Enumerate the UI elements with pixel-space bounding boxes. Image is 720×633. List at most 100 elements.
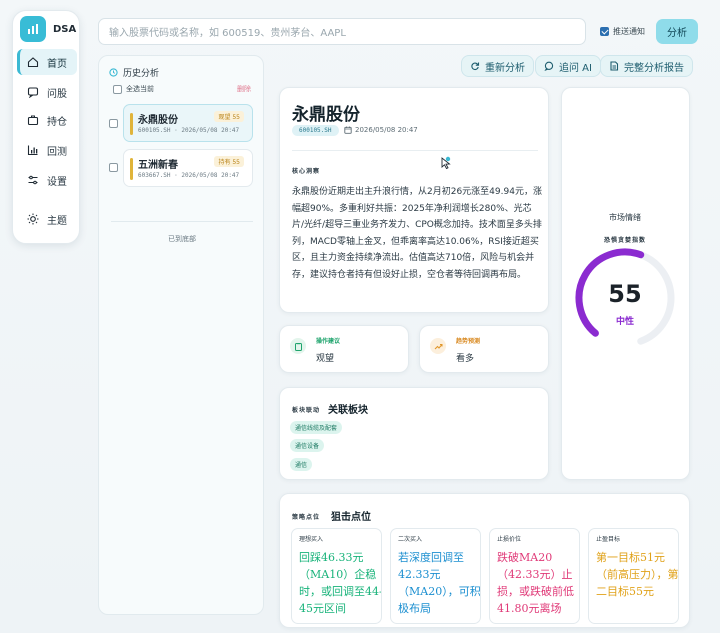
nav-item-home[interactable]: 首页 bbox=[17, 49, 77, 75]
select-all[interactable]: 全选当前 bbox=[113, 84, 154, 94]
sector-tag[interactable]: 通信设备 bbox=[290, 439, 325, 452]
point-card: 理想买入 回踩46.33元（MA10）企稳时，或回调至44-45元区间 bbox=[291, 528, 382, 624]
point-card: 止损价位 跌破MA20（42.33元）止损，或跌破前低41.80元离场 bbox=[489, 528, 580, 624]
stock-code-badge: 600105.SH bbox=[292, 125, 339, 136]
sector-tag[interactable]: 通信 bbox=[290, 458, 313, 471]
nav-label: 回测 bbox=[47, 146, 67, 158]
trend-value: 看多 bbox=[456, 354, 475, 364]
point-label: 止盈目标 bbox=[596, 536, 621, 543]
point-label: 止损价位 bbox=[497, 536, 522, 543]
select-all-label: 全选当前 bbox=[126, 85, 154, 93]
trending-up-icon bbox=[430, 338, 446, 354]
history-item-name: 永鼎股份 bbox=[138, 115, 178, 126]
sniper-sub: 策略点位 bbox=[292, 514, 321, 521]
sentiment-label: 中性 bbox=[615, 317, 634, 327]
full-report-label: 完整分析报告 bbox=[624, 62, 684, 74]
nav-label: 持仓 bbox=[47, 116, 67, 128]
history-item-marker bbox=[130, 158, 133, 180]
briefcase-icon bbox=[27, 114, 39, 126]
history-item-meta: 603667.SH · 2026/05/08 20:47 bbox=[138, 172, 240, 179]
point-label: 二次买入 bbox=[398, 536, 423, 543]
history-item-checkbox[interactable] bbox=[109, 119, 118, 128]
history-item-tag: 持有 55 bbox=[214, 156, 244, 167]
nav-item-theme[interactable]: 主题 bbox=[17, 206, 77, 232]
brand[interactable]: DSA bbox=[20, 16, 76, 42]
nav-label: 主题 bbox=[47, 215, 67, 227]
operation-value: 观望 bbox=[316, 354, 335, 364]
history-item-tag: 观望 55 bbox=[214, 111, 244, 122]
history-item-checkbox[interactable] bbox=[109, 163, 118, 172]
full-report-button[interactable]: 完整分析报告 bbox=[600, 55, 693, 77]
point-label: 理想买入 bbox=[299, 536, 324, 543]
operation-card: 操作建议 观望 bbox=[279, 325, 409, 373]
history-item-name: 五洲新春 bbox=[138, 160, 178, 171]
operation-label: 操作建议 bbox=[316, 338, 341, 345]
history-item[interactable]: 五洲新春 持有 55 603667.SH · 2026/05/08 20:47 bbox=[123, 149, 253, 187]
sentiment-card: 市场情绪 恐惧贪婪指数 55 中性 bbox=[561, 87, 690, 480]
sun-icon bbox=[27, 213, 39, 225]
logo-icon bbox=[20, 16, 46, 42]
sector-tag[interactable]: 通信线缆及配套 bbox=[290, 421, 343, 434]
push-toggle[interactable]: 推送通知 bbox=[600, 26, 645, 37]
stock-date: 2026/05/08 20:47 bbox=[344, 126, 418, 134]
point-text: 跌破MA20（42.33元）止损，或跌破前低41.80元离场 bbox=[497, 551, 574, 615]
ask-ai-button[interactable]: 追问 AI bbox=[535, 55, 601, 77]
summary-divider bbox=[292, 150, 538, 151]
sniper-card: 策略点位 狙击点位 理想买入 回踩46.33元（MA10）企稳时，或回调至44-… bbox=[279, 493, 690, 628]
push-label: 推送通知 bbox=[613, 27, 645, 36]
point-card: 止盈目标 第一目标51元（前高压力），第二目标55元 bbox=[588, 528, 679, 624]
nav-label: 问股 bbox=[47, 88, 67, 100]
reanalyze-button[interactable]: 重新分析 bbox=[461, 55, 534, 77]
nav-item-ask[interactable]: 问股 bbox=[17, 79, 77, 105]
reanalyze-label: 重新分析 bbox=[485, 62, 525, 74]
sniper-title: 狙击点位 bbox=[331, 512, 371, 523]
core-insight-label: 核心洞察 bbox=[292, 168, 321, 175]
trend-label: 趋势预测 bbox=[456, 338, 481, 345]
history-item[interactable]: 永鼎股份 观望 55 600105.SH · 2026/05/08 20:47 bbox=[123, 104, 253, 142]
cursor-icon bbox=[440, 156, 452, 173]
search-input[interactable]: 输入股票代码或名称，如 600519、贵州茅台、AAPL bbox=[98, 18, 586, 45]
analyze-button[interactable]: 分析 bbox=[656, 19, 698, 44]
trend-card: 趋势预测 看多 bbox=[419, 325, 549, 373]
push-checkbox[interactable] bbox=[600, 27, 609, 36]
history-panel: 历史分析 全选当前 删除 永鼎股份 观望 55 600105.SH · 2026… bbox=[98, 55, 264, 615]
delete-button[interactable]: 删除 bbox=[237, 84, 251, 94]
calendar-icon bbox=[344, 126, 352, 134]
point-text: 第一目标51元（前高压力），第二目标55元 bbox=[596, 551, 679, 598]
ask-ai-label: 追问 AI bbox=[559, 62, 592, 74]
home-icon bbox=[27, 56, 39, 68]
history-title-row: 历史分析 bbox=[109, 66, 159, 79]
core-insight-text: 永鼎股份近期走出主升浪行情，从2月初26元涨至49.94元，涨幅超90%。多重利… bbox=[292, 187, 542, 280]
history-item-meta: 600105.SH · 2026/05/08 20:47 bbox=[138, 127, 240, 134]
nav-item-portfolio[interactable]: 持仓 bbox=[17, 107, 77, 133]
chat-bubble-icon bbox=[544, 61, 554, 71]
history-end-text: 已到底部 bbox=[168, 235, 196, 243]
bar-chart-icon bbox=[27, 144, 39, 156]
nav-item-settings[interactable]: 设置 bbox=[17, 167, 77, 193]
search-placeholder: 输入股票代码或名称，如 600519、贵州茅台、AAPL bbox=[109, 28, 346, 39]
sentiment-title: 市场情绪 bbox=[609, 213, 641, 222]
brand-name: DSA bbox=[53, 23, 77, 35]
refresh-icon bbox=[471, 62, 480, 71]
sliders-icon bbox=[27, 174, 39, 186]
chat-icon bbox=[27, 86, 39, 98]
nav-item-backtest[interactable]: 回测 bbox=[17, 137, 77, 163]
history-title: 历史分析 bbox=[123, 69, 160, 79]
clock-icon bbox=[109, 68, 118, 77]
clipboard-icon bbox=[290, 338, 306, 354]
sector-title: 关联板块 bbox=[328, 405, 368, 416]
point-card: 二次买入 若深度回调至42.33元（MA20），可积极布局 bbox=[390, 528, 481, 624]
stock-name: 永鼎股份 bbox=[292, 105, 360, 125]
sector-card: 板块联动 关联板块 通信线缆及配套 通信设备 通信 bbox=[279, 387, 549, 480]
document-icon bbox=[610, 61, 619, 71]
select-all-checkbox[interactable] bbox=[113, 84, 122, 94]
nav-rail: DSA 首页 问股 持仓 回测 设置 主题 bbox=[12, 10, 80, 244]
nav-label: 首页 bbox=[47, 58, 67, 70]
history-divider bbox=[111, 221, 253, 222]
sentiment-score: 55 bbox=[608, 280, 642, 308]
point-text: 回踩46.33元（MA10）企稳时，或回调至44-45元区间 bbox=[299, 551, 382, 615]
sector-sub: 板块联动 bbox=[292, 407, 321, 414]
nav-label: 设置 bbox=[47, 176, 67, 188]
point-text: 若深度回调至42.33元（MA20），可积极布局 bbox=[398, 551, 481, 615]
summary-card: 永鼎股份 600105.SH 2026/05/08 20:47 核心洞察 永鼎股… bbox=[279, 87, 549, 313]
